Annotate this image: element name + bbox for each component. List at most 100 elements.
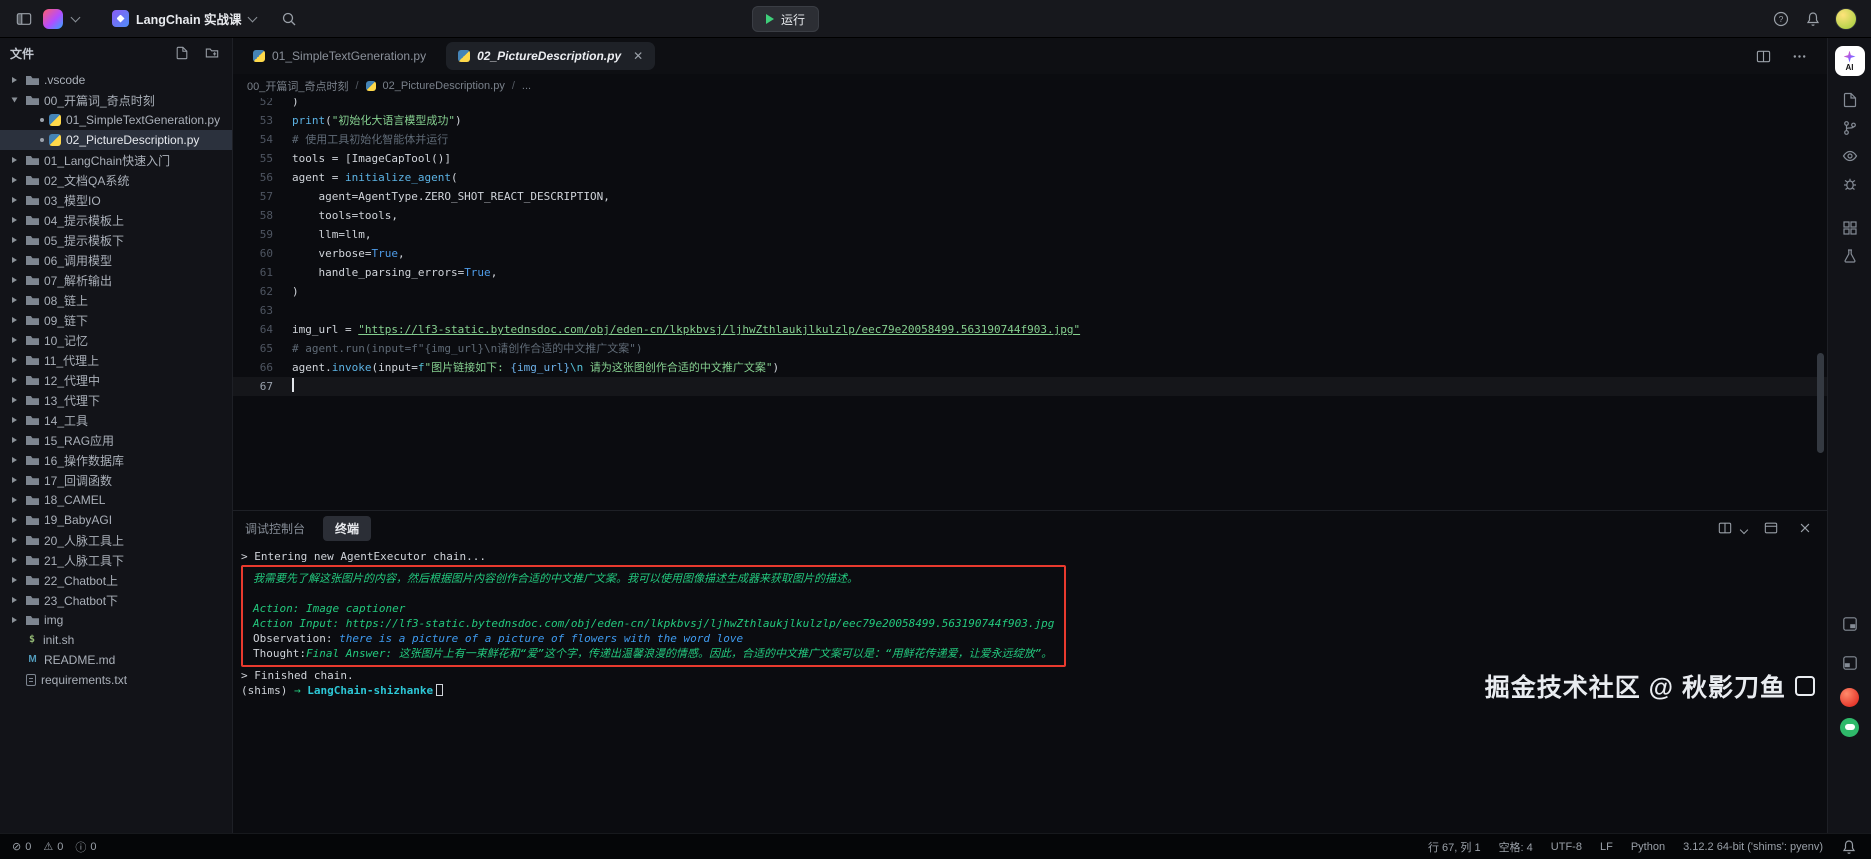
tree-item[interactable]: 23_Chatbot下 — [0, 590, 232, 610]
breadcrumb-more[interactable]: ... — [522, 80, 531, 92]
tree-item[interactable]: 01_LangChain快速入门 — [0, 150, 232, 170]
tree-item[interactable]: 04_提示模板上 — [0, 210, 232, 230]
tree-item[interactable]: 12_代理中 — [0, 370, 232, 390]
tree-item[interactable]: 09_链下 — [0, 310, 232, 330]
notifications-icon[interactable] — [1839, 837, 1859, 857]
tree-item[interactable]: 10_记忆 — [0, 330, 232, 350]
maximize-panel-icon[interactable] — [1761, 518, 1781, 538]
tree-item[interactable]: img — [0, 610, 232, 630]
chevron-slot — [8, 497, 21, 503]
terminal-prompt[interactable]: (shims) → LangChain-shizhanke — [241, 683, 1819, 698]
problems-errors[interactable]: ⊘0 — [12, 840, 31, 853]
terminal-output[interactable]: > Entering new AgentExecutor chain...我需要… — [233, 545, 1827, 833]
code-line[interactable]: 56agent = initialize_agent( — [233, 168, 1827, 187]
file-tree[interactable]: .vscode00_开篇词_奇点时刻01_SimpleTextGeneratio… — [0, 68, 232, 833]
tree-item[interactable]: 02_文档QA系统 — [0, 170, 232, 190]
code-line[interactable]: 65# agent.run(input=f"{img_url}\n请创作合适的中… — [233, 339, 1827, 358]
workspace-switcher[interactable]: LangChain 实战课 — [112, 9, 256, 28]
ai-assistant-button[interactable]: AI — [1835, 46, 1865, 76]
problems-warnings[interactable]: ⚠0 — [43, 840, 63, 853]
more-actions-icon[interactable] — [1789, 46, 1809, 66]
tree-item[interactable]: 14_工具 — [0, 410, 232, 430]
tree-item[interactable]: 02_PictureDescription.py — [0, 130, 232, 150]
help-icon[interactable]: ? — [1771, 9, 1791, 29]
tree-item[interactable]: requirements.txt — [0, 670, 232, 690]
tree-item[interactable]: 17_回调函数 — [0, 470, 232, 490]
problems-infos[interactable]: ⓘ0 — [75, 839, 96, 855]
split-editor-icon[interactable] — [1753, 46, 1773, 66]
code-line[interactable]: 60 verbose=True, — [233, 244, 1827, 263]
language-mode[interactable]: Python — [1631, 841, 1665, 853]
code-line[interactable]: 66agent.invoke(input=f"图片链接如下: {img_url}… — [233, 358, 1827, 377]
tab-02-picturedescription[interactable]: 02_PictureDescription.py ✕ — [446, 42, 655, 70]
editor-scrollbar[interactable] — [1817, 353, 1824, 453]
tab-01-simpletextgeneration[interactable]: 01_SimpleTextGeneration.py — [241, 42, 438, 70]
code-line[interactable]: 52) — [233, 98, 1827, 111]
tree-item[interactable]: 22_Chatbot上 — [0, 570, 232, 590]
bell-icon[interactable] — [1803, 9, 1823, 29]
tab-terminal[interactable]: 终端 — [323, 516, 371, 541]
float-window-icon[interactable] — [1835, 610, 1865, 638]
encoding[interactable]: UTF-8 — [1551, 841, 1582, 853]
file-icon[interactable] — [1835, 86, 1865, 114]
tree-item[interactable]: 21_人脉工具下 — [0, 550, 232, 570]
tree-item[interactable]: README.md — [0, 650, 232, 670]
tree-item[interactable]: 11_代理上 — [0, 350, 232, 370]
indentation[interactable]: 空格: 4 — [1499, 839, 1533, 855]
cursor-position[interactable]: 行 67, 列 1 — [1428, 839, 1481, 855]
tree-item[interactable]: 07_解析输出 — [0, 270, 232, 290]
tree-item[interactable]: 03_模型IO — [0, 190, 232, 210]
code-line[interactable]: 55tools = [ImageCapTool()] — [233, 149, 1827, 168]
code-line[interactable]: 57 agent=AgentType.ZERO_SHOT_REACT_DESCR… — [233, 187, 1827, 206]
tree-item[interactable]: 01_SimpleTextGeneration.py — [0, 110, 232, 130]
tree-item[interactable]: 06_调用模型 — [0, 250, 232, 270]
extensions-icon[interactable] — [1835, 214, 1865, 242]
breadcrumb-file[interactable]: 02_PictureDescription.py — [383, 80, 505, 92]
tree-item[interactable]: 00_开篇词_奇点时刻 — [0, 90, 232, 110]
eye-icon[interactable] — [1835, 142, 1865, 170]
tree-item[interactable]: 18_CAMEL — [0, 490, 232, 510]
beaker-icon[interactable] — [1835, 242, 1865, 270]
code-line[interactable]: 62) — [233, 282, 1827, 301]
chevron-down-icon[interactable] — [71, 12, 81, 22]
code-line[interactable]: 63 — [233, 301, 1827, 320]
code-line[interactable]: 61 handle_parsing_errors=True, — [233, 263, 1827, 282]
code-line[interactable]: 54# 使用工具初始化智能体并运行 — [233, 130, 1827, 149]
code-line[interactable]: 67 — [233, 377, 1827, 396]
split-terminal-icon[interactable] — [1715, 518, 1735, 538]
tree-item[interactable]: 08_链上 — [0, 290, 232, 310]
feedback-icon[interactable] — [1840, 718, 1859, 737]
tree-item[interactable]: init.sh — [0, 630, 232, 650]
new-folder-icon[interactable] — [202, 43, 222, 63]
chevron-down-icon[interactable] — [1740, 526, 1748, 534]
close-tab-icon[interactable]: ✕ — [633, 49, 643, 63]
code-line[interactable]: 53print("初始化大语言模型成功") — [233, 111, 1827, 130]
tree-item[interactable]: 19_BabyAGI — [0, 510, 232, 530]
run-button[interactable]: 运行 — [752, 6, 819, 32]
code-line[interactable]: 64img_url = "https://lf3-static.bytednsd… — [233, 320, 1827, 339]
toggle-sidebar-icon[interactable] — [14, 9, 34, 29]
tree-item[interactable]: 16_操作数据库 — [0, 450, 232, 470]
bug-icon[interactable] — [1835, 170, 1865, 198]
tree-item[interactable]: .vscode — [0, 70, 232, 90]
code-line[interactable]: 59 llm=llm, — [233, 225, 1827, 244]
new-file-icon[interactable] — [172, 43, 192, 63]
tree-item[interactable]: 05_提示模板下 — [0, 230, 232, 250]
folder-icon — [26, 95, 39, 105]
code-editor[interactable]: 52)53print("初始化大语言模型成功")54# 使用工具初始化智能体并运… — [233, 98, 1827, 510]
avatar[interactable] — [1835, 8, 1857, 30]
search-icon[interactable] — [279, 9, 299, 29]
breadcrumb-folder[interactable]: 00_开篇词_奇点时刻 — [247, 78, 348, 94]
app-logo-icon[interactable] — [43, 9, 63, 29]
python-interpreter[interactable]: 3.12.2 64-bit ('shims': pyenv) — [1683, 841, 1823, 853]
code-line[interactable]: 58 tools=tools, — [233, 206, 1827, 225]
tree-item[interactable]: 15_RAG应用 — [0, 430, 232, 450]
eol[interactable]: LF — [1600, 841, 1613, 853]
tree-item[interactable]: 13_代理下 — [0, 390, 232, 410]
close-panel-icon[interactable] — [1795, 518, 1815, 538]
update-badge-icon[interactable] — [1840, 688, 1859, 707]
tab-debug-console[interactable]: 调试控制台 — [245, 520, 305, 537]
embed-window-icon[interactable] — [1835, 649, 1865, 677]
git-branch-icon[interactable] — [1835, 114, 1865, 142]
tree-item[interactable]: 20_人脉工具上 — [0, 530, 232, 550]
